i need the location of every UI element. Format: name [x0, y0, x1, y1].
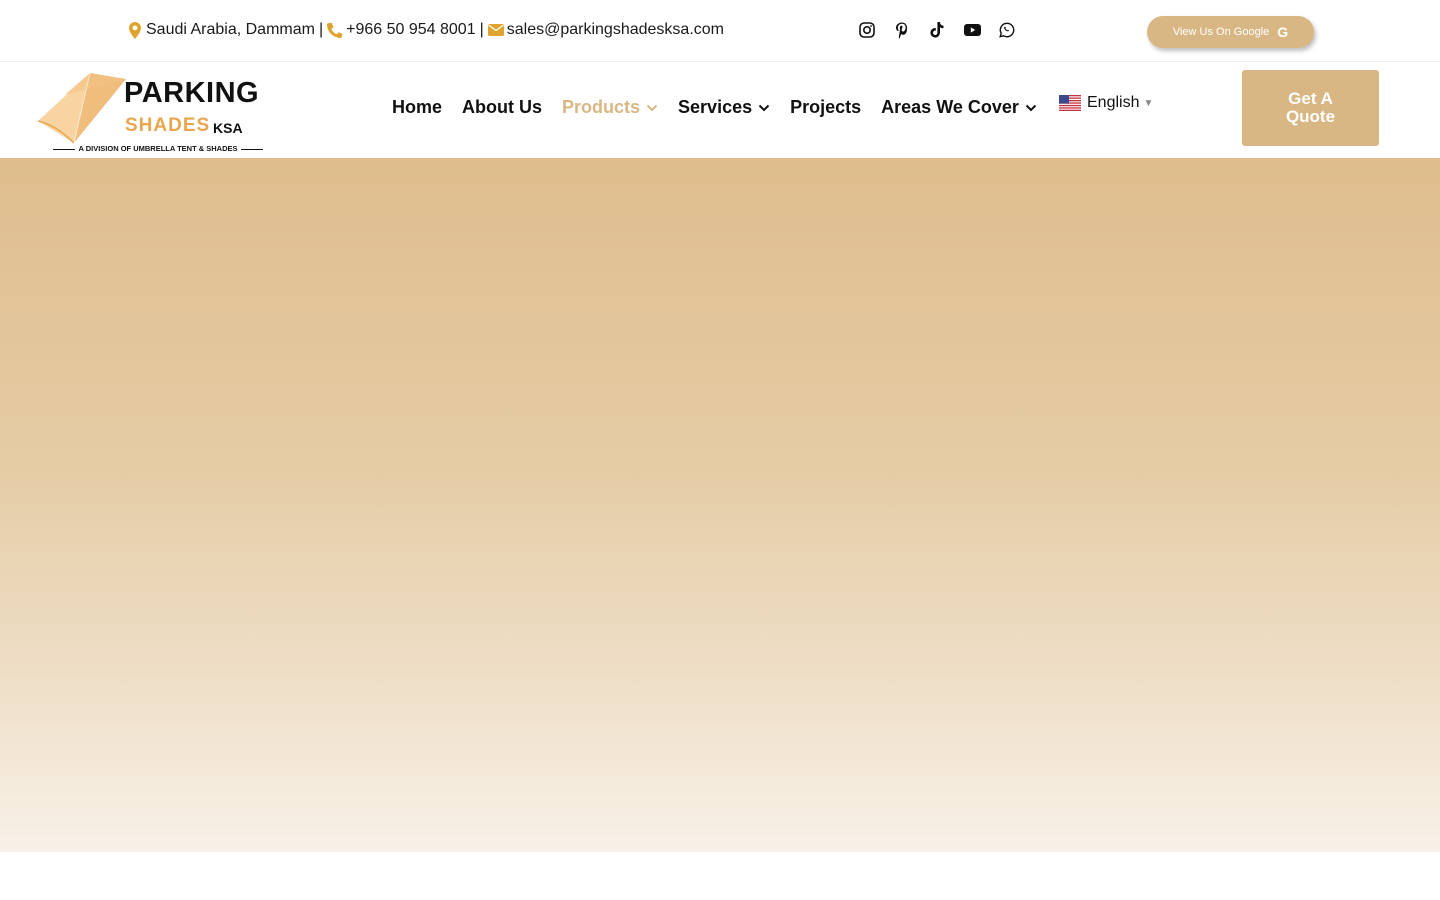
phone-icon — [327, 21, 343, 39]
contact-info: Saudi Arabia, Dammam | +966 50 954 8001 … — [127, 21, 724, 39]
main-nav: Home About Us Products Services Projects… — [392, 97, 1057, 118]
tiktok-icon[interactable] — [928, 21, 946, 39]
site-logo[interactable]: PARKING SHADES KSA A DIVISION OF UMBRELL… — [34, 69, 270, 153]
google-button-label: View Us On Google — [1172, 26, 1270, 38]
nav-home-label: Home — [392, 97, 443, 117]
chevron-down-icon — [646, 104, 658, 112]
main-header: PARKING SHADES KSA A DIVISION OF UMBRELL… — [0, 63, 1440, 158]
hero-banner — [0, 158, 1440, 852]
whatsapp-icon[interactable] — [998, 21, 1016, 39]
envelope-icon — [487, 21, 504, 39]
nav-about-us[interactable]: About Us — [462, 97, 542, 118]
nav-projects-label: Projects — [790, 97, 862, 117]
social-links — [858, 21, 1016, 39]
top-bar: Saudi Arabia, Dammam | +966 50 954 8001 … — [0, 0, 1440, 62]
tent-logo-icon — [37, 72, 126, 144]
nav-services-label: Services — [678, 97, 753, 117]
nav-areas-we-cover[interactable]: Areas We Cover — [881, 97, 1037, 118]
google-icon: G — [1277, 24, 1289, 40]
separator: | — [479, 21, 484, 38]
logo-line-3: KSA — [213, 120, 243, 136]
chevron-down-icon — [758, 104, 770, 112]
get-a-quote-button[interactable]: Get A Quote — [1242, 70, 1379, 146]
nav-products[interactable]: Products — [562, 97, 658, 118]
pinterest-icon[interactable] — [893, 21, 911, 39]
nav-products-label: Products — [562, 97, 641, 117]
email-link[interactable]: sales@parkingshadesksa.com — [507, 21, 724, 39]
logo-line-1: PARKING — [124, 77, 260, 109]
dropdown-arrow-icon: ▼ — [1143, 97, 1154, 109]
location-text: Saudi Arabia, Dammam — [146, 21, 315, 38]
instagram-icon[interactable] — [858, 21, 876, 39]
nav-services[interactable]: Services — [678, 97, 770, 118]
chevron-down-icon — [1025, 104, 1037, 112]
phone-link[interactable]: +966 50 954 8001 — [346, 21, 475, 39]
nav-projects[interactable]: Projects — [790, 97, 861, 118]
separator: | — [318, 21, 324, 38]
youtube-icon[interactable] — [963, 21, 981, 39]
view-on-google-button[interactable]: View Us On Google G — [1147, 16, 1314, 48]
nav-about-us-label: About Us — [462, 97, 543, 117]
us-flag-icon — [1059, 95, 1081, 111]
nav-home[interactable]: Home — [392, 97, 442, 118]
language-label: English — [1087, 94, 1140, 111]
nav-areas-label: Areas We Cover — [881, 97, 1019, 117]
logo-tagline: A DIVISION OF UMBRELLA TENT & SHADES — [50, 144, 266, 153]
map-pin-icon — [127, 21, 143, 39]
logo-line-2: SHADES — [125, 115, 211, 136]
language-selector[interactable]: English ▼ — [1059, 94, 1153, 112]
